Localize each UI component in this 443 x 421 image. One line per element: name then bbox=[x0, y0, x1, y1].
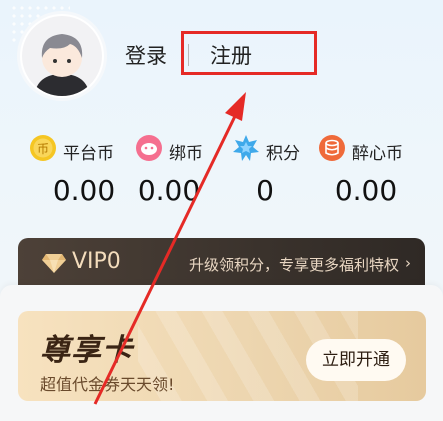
card-subtitle: 超值代金券天天领! bbox=[40, 375, 175, 394]
currency-name: 平台币 bbox=[63, 144, 114, 164]
currency-name: 醉心币 bbox=[352, 144, 403, 164]
currency-row: 币 平台币 0.00 绑币 0.00 积分 0 醉心币 0.00 bbox=[0, 130, 443, 210]
diamond-icon bbox=[42, 254, 66, 273]
currency-value: 0.00 bbox=[137, 174, 201, 207]
currency-name: 积分 bbox=[266, 144, 300, 164]
coin-icon: 币 bbox=[30, 135, 56, 161]
currency-value: 0.00 bbox=[334, 174, 398, 207]
vip-bar[interactable]: VIP0 升级领积分，专享更多福利特权 › bbox=[18, 238, 425, 290]
highlight-box bbox=[181, 31, 317, 75]
avatar[interactable] bbox=[20, 14, 104, 98]
avatar-icon bbox=[22, 16, 102, 96]
pig-coin-icon bbox=[136, 135, 162, 161]
chevron-right-icon: › bbox=[405, 254, 411, 272]
currency-value: 0 bbox=[256, 174, 274, 207]
activate-button[interactable]: 立即开通 bbox=[306, 339, 406, 381]
login-link[interactable]: 登录 bbox=[125, 40, 167, 70]
svg-text:币: 币 bbox=[37, 142, 49, 156]
premium-card[interactable]: 尊享卡 超值代金券天天领! 立即开通 bbox=[18, 311, 426, 401]
card-title: 尊享卡 bbox=[40, 333, 133, 368]
database-coin-icon bbox=[319, 135, 345, 161]
vip-upgrade-link[interactable]: 升级领积分，专享更多福利特权 bbox=[189, 254, 399, 275]
currency-name: 绑币 bbox=[169, 144, 203, 164]
points-star-icon bbox=[233, 135, 259, 161]
vip-level: VIP0 bbox=[72, 249, 121, 274]
